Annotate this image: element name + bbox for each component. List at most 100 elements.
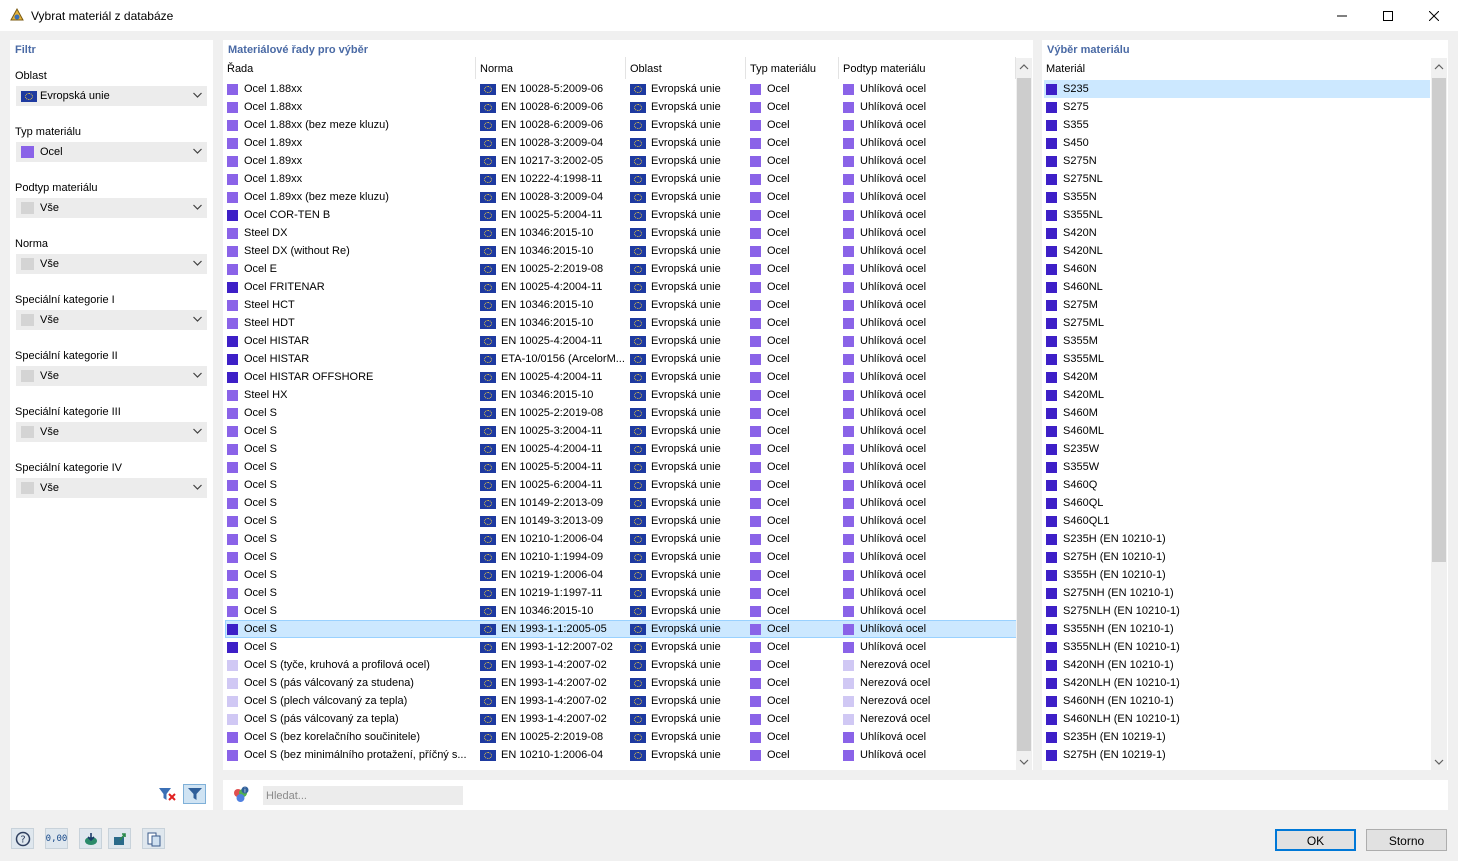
list-item[interactable]: S355M bbox=[1044, 332, 1430, 350]
table-row[interactable]: Ocel S EN 10210-1:1994-09 Evropská unie Oce… bbox=[225, 548, 1017, 566]
table-row[interactable]: Steel HX EN 10346:2015-10 Evropská unie Oce… bbox=[225, 386, 1017, 404]
list-item[interactable]: S420N bbox=[1044, 224, 1430, 242]
filter-dropdown[interactable]: Evropská unie bbox=[16, 86, 207, 106]
table-row[interactable]: Ocel 1.89xx EN 10222-4:1998-11 Evropská un… bbox=[225, 170, 1017, 188]
list-item[interactable]: S235 bbox=[1044, 80, 1430, 98]
materials-scrollbar[interactable] bbox=[1431, 58, 1447, 771]
list-item[interactable]: S460N bbox=[1044, 260, 1430, 278]
library-button[interactable] bbox=[142, 828, 165, 849]
list-item[interactable]: S275NL bbox=[1044, 170, 1430, 188]
table-row[interactable]: Steel HDT EN 10346:2015-10 Evropská unie Oc… bbox=[225, 314, 1017, 332]
filter-dropdown[interactable]: Vše bbox=[16, 366, 207, 386]
list-item[interactable]: S355 bbox=[1044, 116, 1430, 134]
table-row[interactable]: Ocel HISTAR EN 10025-4:2004-11 Evropská un… bbox=[225, 332, 1017, 350]
decimal-places-button[interactable]: 0,00 bbox=[45, 828, 68, 849]
table-row[interactable]: Ocel S EN 10025-5:2004-11 Evropská unie Oce… bbox=[225, 458, 1017, 476]
materials-scroll-thumb[interactable] bbox=[1432, 78, 1446, 562]
table-row[interactable]: Ocel S EN 10025-3:2004-11 Evropská unie Oce… bbox=[225, 422, 1017, 440]
table-row[interactable]: Ocel S EN 1993-1-12:2007-02 Evropská unie O… bbox=[225, 638, 1017, 656]
import-button[interactable] bbox=[79, 828, 102, 849]
list-item[interactable]: S460NH (EN 10210-1) bbox=[1044, 692, 1430, 710]
filter-button[interactable] bbox=[183, 784, 206, 804]
list-item[interactable]: S420NLH (EN 10210-1) bbox=[1044, 674, 1430, 692]
column-header-name[interactable]: Řada bbox=[223, 57, 476, 79]
table-row[interactable]: Ocel S (plech válcovaný za tepla) EN 1993… bbox=[225, 692, 1017, 710]
filter-dropdown[interactable]: Vše bbox=[16, 422, 207, 442]
table-row[interactable]: Ocel S EN 10149-2:2013-09 Evropská unie Oce… bbox=[225, 494, 1017, 512]
filter-dropdown[interactable]: Vše bbox=[16, 310, 207, 330]
table-row[interactable]: Ocel FRITENAR EN 10025-4:2004-11 Evropská … bbox=[225, 278, 1017, 296]
table-row[interactable]: Ocel 1.88xx (bez meze kluzu) EN 10028-6:2… bbox=[225, 116, 1017, 134]
table-row[interactable]: Ocel S EN 1993-1-1:2005-05 Evropská unie Oc… bbox=[225, 620, 1017, 638]
table-row[interactable]: Ocel 1.89xx (bez meze kluzu) EN 10028-3:2… bbox=[225, 188, 1017, 206]
table-row[interactable]: Ocel 1.89xx EN 10028-3:2009-04 Evropská un… bbox=[225, 134, 1017, 152]
series-scrollbar[interactable] bbox=[1016, 58, 1032, 771]
table-row[interactable]: Ocel S (pás válcovaný za tepla) EN 1993-1… bbox=[225, 710, 1017, 728]
maximize-button[interactable] bbox=[1365, 0, 1411, 31]
column-header-subtype[interactable]: Podtyp materiálu bbox=[839, 57, 1016, 79]
list-item[interactable]: S275M bbox=[1044, 296, 1430, 314]
list-item[interactable]: S275NH (EN 10210-1) bbox=[1044, 584, 1430, 602]
column-header-type[interactable]: Typ materiálu bbox=[746, 57, 839, 79]
list-item[interactable]: S235H (EN 10210-1) bbox=[1044, 530, 1430, 548]
search-input[interactable]: Hledat... bbox=[263, 786, 463, 805]
list-item[interactable]: S420NH (EN 10210-1) bbox=[1044, 656, 1430, 674]
list-item[interactable]: S460NL bbox=[1044, 278, 1430, 296]
table-row[interactable]: Ocel S (bez minimálního protažení, příčn… bbox=[225, 746, 1017, 764]
list-item[interactable]: S275H (EN 10210-1) bbox=[1044, 548, 1430, 566]
table-row[interactable]: Ocel S EN 10219-1:2006-04 Evropská unie Oce… bbox=[225, 566, 1017, 584]
list-item[interactable]: S275N bbox=[1044, 152, 1430, 170]
scroll-down-icon[interactable] bbox=[1434, 757, 1444, 767]
list-item[interactable]: S355NH (EN 10210-1) bbox=[1044, 620, 1430, 638]
list-item[interactable]: S460M bbox=[1044, 404, 1430, 422]
list-item[interactable]: S275ML bbox=[1044, 314, 1430, 332]
list-item[interactable]: S355N bbox=[1044, 188, 1430, 206]
table-row[interactable]: Ocel S EN 10025-2:2019-08 Evropská unie Oce… bbox=[225, 404, 1017, 422]
list-item[interactable]: S460ML bbox=[1044, 422, 1430, 440]
list-item[interactable]: S420M bbox=[1044, 368, 1430, 386]
table-row[interactable]: Ocel S EN 10025-6:2004-11 Evropská unie Oce… bbox=[225, 476, 1017, 494]
list-item[interactable]: S460QL bbox=[1044, 494, 1430, 512]
table-row[interactable]: Ocel 1.88xx EN 10028-5:2009-06 Evropská un… bbox=[225, 80, 1017, 98]
table-row[interactable]: Ocel S EN 10210-1:2006-04 Evropská unie Oce… bbox=[225, 530, 1017, 548]
table-row[interactable]: Ocel COR-TEN B EN 10025-5:2004-11 Evropská… bbox=[225, 206, 1017, 224]
table-row[interactable]: Steel HCT EN 10346:2015-10 Evropská unie Oc… bbox=[225, 296, 1017, 314]
color-info-button[interactable]: i bbox=[229, 785, 252, 805]
list-item[interactable]: S450 bbox=[1044, 134, 1430, 152]
table-row[interactable]: Ocel S (bez korelačního součinitele) EN 1… bbox=[225, 728, 1017, 746]
table-row[interactable]: Ocel S EN 10346:2015-10 Evropská unie Ocel U… bbox=[225, 602, 1017, 620]
list-item[interactable]: S460Q bbox=[1044, 476, 1430, 494]
list-item[interactable]: S420NL bbox=[1044, 242, 1430, 260]
list-item[interactable]: S275 bbox=[1044, 98, 1430, 116]
series-scroll-thumb[interactable] bbox=[1017, 78, 1031, 751]
table-row[interactable]: Steel DX EN 10346:2015-10 Evropská unie Oce… bbox=[225, 224, 1017, 242]
column-header-region[interactable]: Oblast bbox=[626, 57, 746, 79]
list-item[interactable]: S235H (EN 10219-1) bbox=[1044, 728, 1430, 746]
filter-dropdown[interactable]: Vše bbox=[16, 478, 207, 498]
table-row[interactable]: Ocel S EN 10149-3:2013-09 Evropská unie Oce… bbox=[225, 512, 1017, 530]
table-row[interactable]: Steel DX (without Re) EN 10346:2015-10 Evr… bbox=[225, 242, 1017, 260]
list-item[interactable]: S355ML bbox=[1044, 350, 1430, 368]
help-button[interactable]: ? bbox=[11, 828, 34, 849]
list-item[interactable]: S420ML bbox=[1044, 386, 1430, 404]
table-row[interactable]: Ocel 1.88xx EN 10028-6:2009-06 Evropská un… bbox=[225, 98, 1017, 116]
ok-button[interactable]: OK bbox=[1275, 829, 1356, 851]
filter-dropdown[interactable]: Ocel bbox=[16, 142, 207, 162]
scroll-down-icon[interactable] bbox=[1019, 757, 1029, 767]
list-item[interactable]: S460NLH (EN 10210-1) bbox=[1044, 710, 1430, 728]
list-item[interactable]: S355W bbox=[1044, 458, 1430, 476]
export-button[interactable] bbox=[108, 828, 131, 849]
list-item[interactable]: S275H (EN 10219-1) bbox=[1044, 746, 1430, 764]
cancel-button[interactable]: Storno bbox=[1366, 829, 1447, 851]
list-item[interactable]: S275NLH (EN 10210-1) bbox=[1044, 602, 1430, 620]
filter-dropdown[interactable]: Vše bbox=[16, 198, 207, 218]
list-item[interactable]: S235W bbox=[1044, 440, 1430, 458]
minimize-button[interactable] bbox=[1319, 0, 1365, 31]
scroll-up-icon[interactable] bbox=[1434, 62, 1444, 72]
column-header-norm[interactable]: Norma bbox=[476, 57, 626, 79]
table-row[interactable]: Ocel S (tyče, kruhová a profilová ocel) E… bbox=[225, 656, 1017, 674]
table-row[interactable]: Ocel S (pás válcovaný za studena) EN 1993… bbox=[225, 674, 1017, 692]
list-item[interactable]: S355NL bbox=[1044, 206, 1430, 224]
table-row[interactable]: Ocel HISTAR ETA-10/0156 (ArcelorM... Evrop… bbox=[225, 350, 1017, 368]
clear-filter-button[interactable] bbox=[155, 784, 178, 804]
